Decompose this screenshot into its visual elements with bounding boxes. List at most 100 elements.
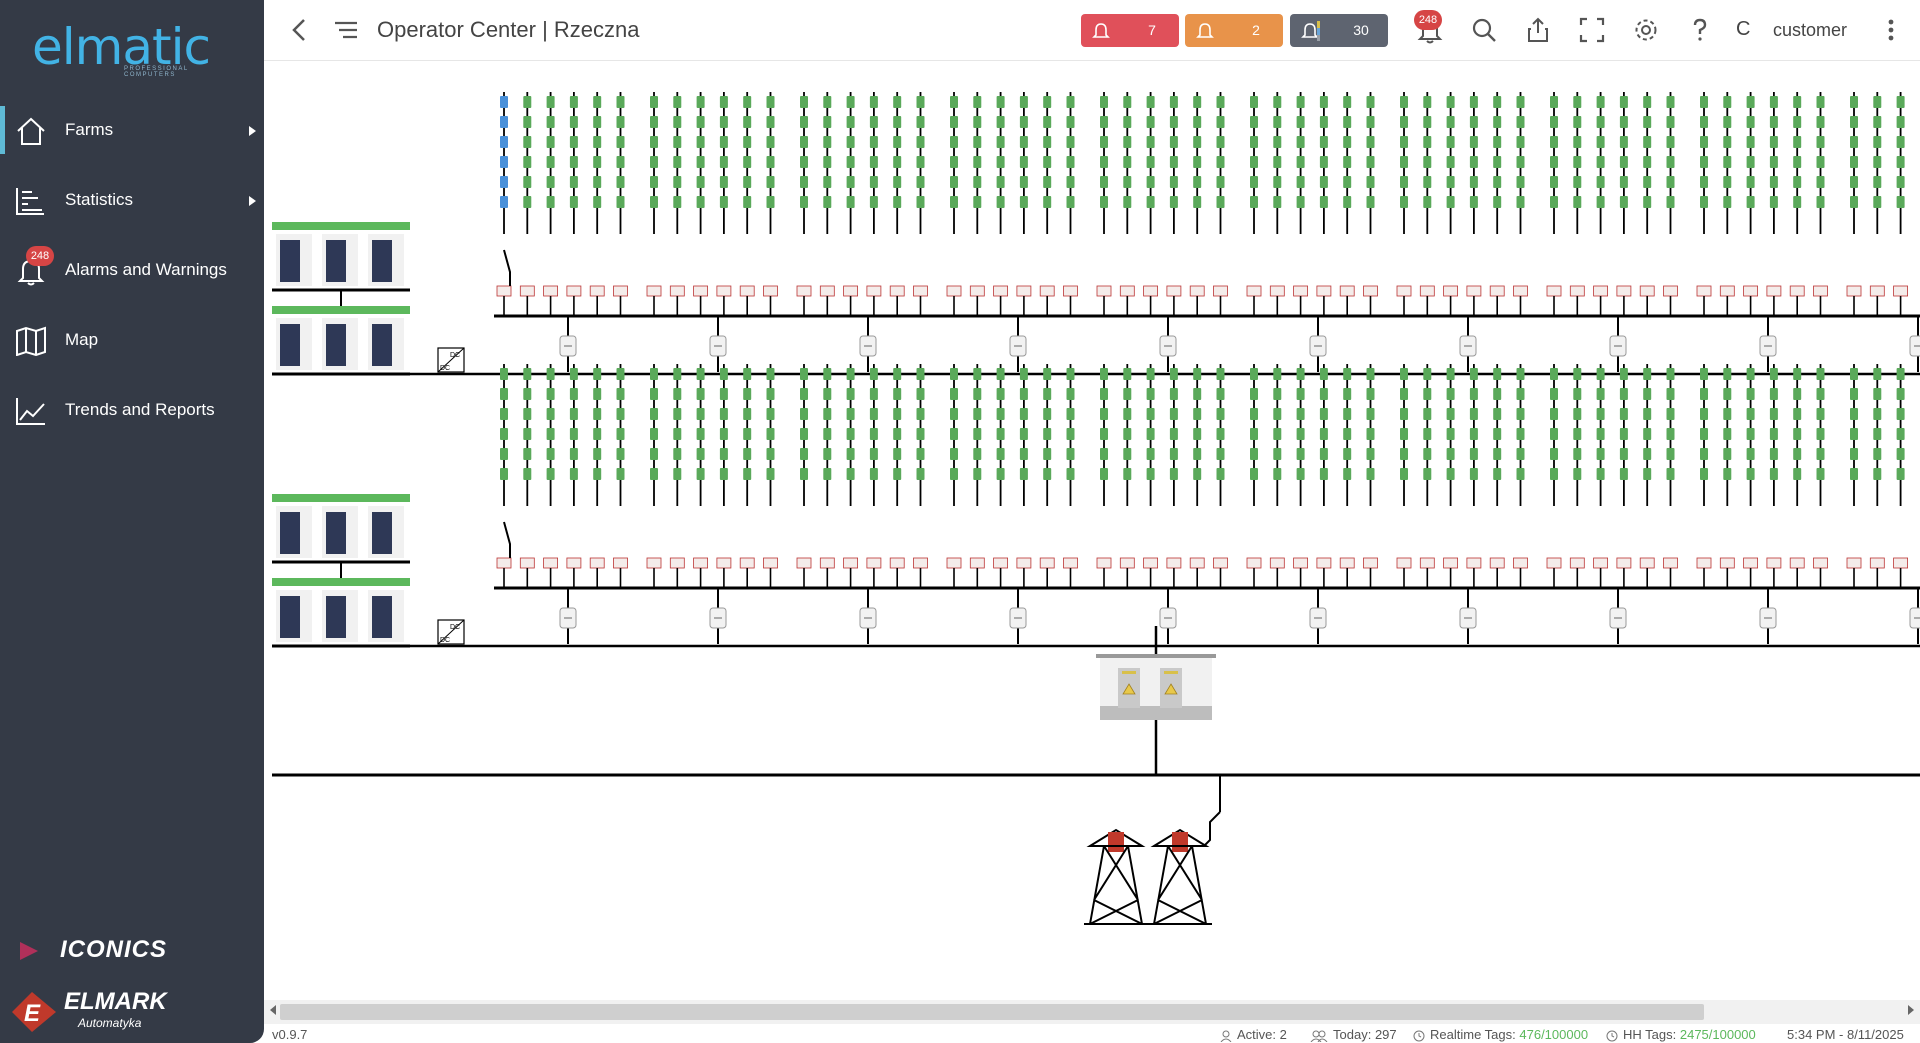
pv-panel: [1043, 176, 1052, 188]
back-arrow-icon[interactable]: [286, 16, 314, 44]
pv-panel: [1146, 388, 1155, 400]
battery-header: [272, 494, 410, 502]
pv-panel: [1769, 448, 1778, 460]
warning-alarms-button[interactable]: 2: [1185, 14, 1283, 47]
help-icon[interactable]: [1686, 16, 1714, 44]
user-name[interactable]: customer: [1773, 20, 1847, 41]
pv-panel: [1319, 448, 1328, 460]
pv-string: [1639, 364, 1655, 588]
pv-string: [1016, 364, 1032, 588]
pv-panel: [1769, 368, 1778, 380]
pv-string: [739, 92, 755, 316]
pv-panel: [1700, 408, 1708, 420]
pv-string: [1743, 92, 1758, 316]
pv-panel: [1619, 156, 1628, 168]
horizontal-scrollbar[interactable]: [264, 1000, 1920, 1024]
pv-panel: [1550, 448, 1558, 460]
pv-panel: [1769, 176, 1778, 188]
pv-panel: [893, 136, 902, 148]
pv-panel: [1296, 156, 1305, 168]
pv-panel: [846, 136, 855, 148]
critical-alarms-button[interactable]: 7: [1081, 14, 1179, 47]
pv-panel: [1793, 176, 1802, 188]
pv-panel: [1123, 448, 1132, 460]
pv-panel: [616, 176, 625, 188]
pv-panel: [1793, 136, 1802, 148]
scroll-thumb[interactable]: [280, 1004, 1704, 1020]
pv-panel: [1516, 428, 1525, 440]
pv-string: [1063, 364, 1078, 588]
scroll-right-arrow[interactable]: [1908, 1005, 1914, 1015]
pv-string: [693, 92, 709, 316]
pv-panel: [1250, 368, 1258, 380]
scroll-left-arrow[interactable]: [270, 1005, 276, 1015]
pv-panel: [1343, 408, 1352, 420]
user-initial[interactable]: C: [1736, 18, 1750, 41]
pv-string: [1143, 364, 1158, 588]
user-icon: [1220, 1030, 1232, 1042]
sidebar-item-trends[interactable]: Trends and Reports: [0, 382, 264, 438]
dc-dc-converter: DCDC: [437, 619, 465, 645]
pv-panel: [1343, 388, 1352, 400]
pv-panel: [523, 428, 532, 440]
pv-panel: [569, 468, 578, 480]
pv-string: [969, 364, 985, 588]
other-alarms-button[interactable]: 30: [1290, 14, 1388, 47]
pv-string: [889, 364, 905, 588]
combiner-box: [763, 557, 778, 569]
combiner-box: [843, 557, 858, 569]
pv-string: [613, 364, 628, 588]
sidebar-item-map[interactable]: Map: [0, 312, 264, 368]
pv-panel: [1666, 196, 1675, 208]
pv-string: [866, 92, 882, 316]
sidebar-item-alarms[interactable]: 248 Alarms and Warnings: [0, 242, 264, 298]
settings-gear-icon[interactable]: [1632, 16, 1660, 44]
pv-panel: [523, 448, 532, 460]
more-options-icon[interactable]: [1884, 16, 1898, 44]
pv-panel: [916, 136, 925, 148]
pv-string: [1213, 92, 1228, 316]
pv-panel: [1793, 156, 1802, 168]
pv-panel: [616, 136, 625, 148]
pv-panel: [569, 96, 578, 108]
pv-panel: [1273, 136, 1282, 148]
pv-panel: [1296, 428, 1305, 440]
menu-toggle-icon[interactable]: [332, 16, 360, 44]
pv-panel: [973, 448, 982, 460]
pv-panel: [1043, 196, 1052, 208]
fullscreen-icon[interactable]: [1578, 16, 1606, 44]
pv-panel: [823, 116, 832, 128]
pv-panel: [823, 176, 832, 188]
pv-string: [1546, 92, 1562, 316]
pv-string: [1546, 364, 1562, 588]
pv-panel: [1066, 196, 1075, 208]
pv-string: [1419, 364, 1435, 588]
pv-panel: [1400, 116, 1408, 128]
pv-panel: [1573, 448, 1582, 460]
search-icon[interactable]: [1470, 16, 1498, 44]
pv-string: [496, 92, 512, 316]
pv-panel: [1469, 368, 1478, 380]
combiner-box: [496, 557, 512, 569]
pv-panel: [1423, 196, 1432, 208]
pv-panel: [823, 468, 832, 480]
combiner-box: [1316, 557, 1332, 569]
grid-switch: [1203, 811, 1221, 847]
pv-panel: [650, 468, 658, 480]
pv-panel: [1273, 408, 1282, 420]
pv-panel: [1596, 388, 1605, 400]
pv-panel: [1319, 176, 1328, 188]
pv-panel: [1366, 176, 1375, 188]
alarm-count-badge: 248: [26, 246, 54, 266]
elmatic-logo[interactable]: elmatic PROFESSIONAL COMPUTERS: [32, 14, 237, 78]
pv-string: [1513, 364, 1528, 588]
pv-panel: [1643, 448, 1652, 460]
share-icon[interactable]: [1524, 16, 1552, 44]
pv-panel: [800, 176, 808, 188]
sidebar-item-statistics[interactable]: Statistics: [0, 172, 264, 228]
pv-panel: [1896, 468, 1905, 480]
pv-panel: [996, 136, 1005, 148]
sidebar-item-label: Map: [65, 330, 99, 349]
pv-string: [739, 364, 755, 588]
sidebar-item-farms[interactable]: Farms: [0, 102, 264, 158]
